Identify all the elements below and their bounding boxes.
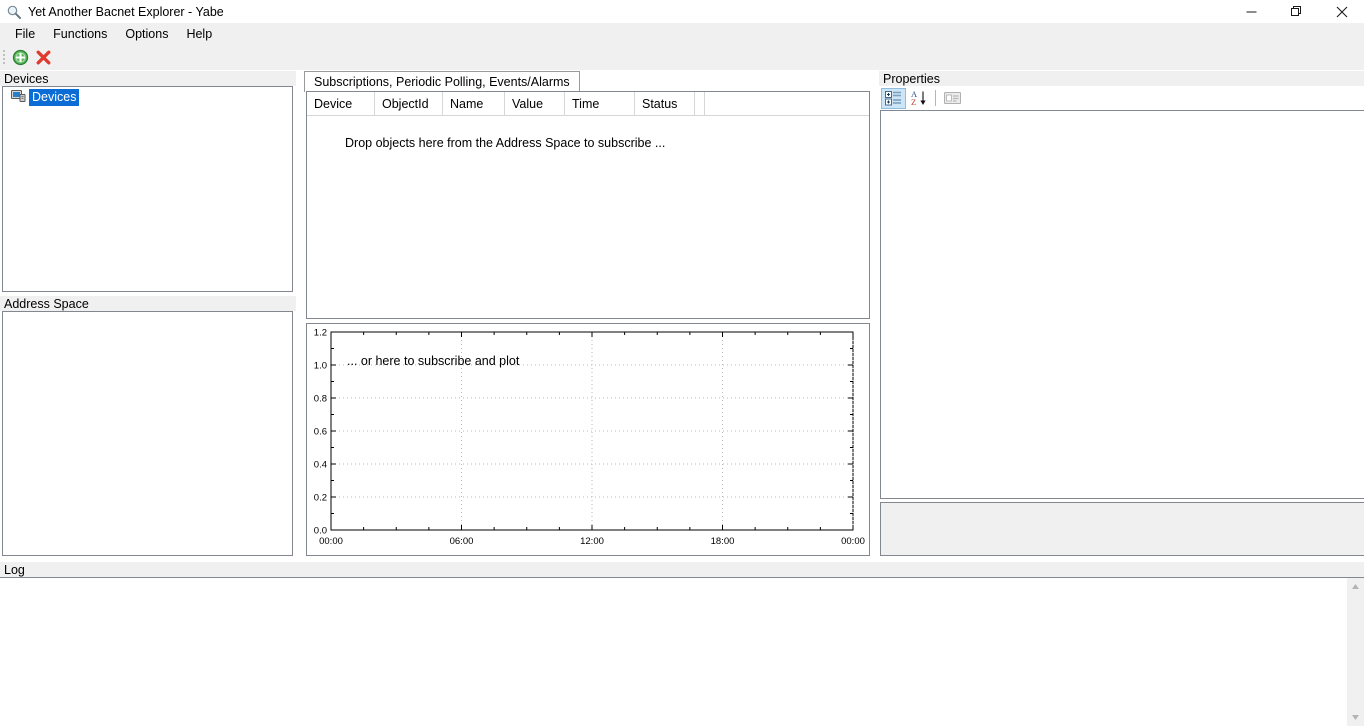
svg-text:0.8: 0.8 — [314, 393, 327, 404]
column-header-objectid[interactable]: ObjectId — [375, 92, 443, 115]
menu-item-options[interactable]: Options — [116, 24, 177, 44]
title-bar: Yet Another Bacnet Explorer - Yabe — [0, 0, 1364, 23]
svg-text:12:00: 12:00 — [580, 536, 604, 547]
column-header-name[interactable]: Name — [443, 92, 505, 115]
tree-item-devices[interactable]: Devices — [11, 89, 79, 106]
grid-empty-hint: Drop objects here from the Address Space… — [307, 116, 869, 150]
svg-text:18:00: 18:00 — [711, 536, 735, 547]
computer-icon — [11, 89, 26, 106]
properties-description-pane — [880, 502, 1364, 556]
property-pages-icon[interactable] — [940, 88, 965, 109]
svg-text:0.4: 0.4 — [314, 459, 327, 470]
center-tabstrip: Subscriptions, Periodic Polling, Events/… — [304, 70, 870, 92]
column-header-device[interactable]: Device — [307, 92, 375, 115]
properties-toolbar: A Z — [881, 87, 965, 109]
red-x-icon[interactable] — [32, 47, 55, 69]
application-window: Yet Another Bacnet Explorer - Yabe File … — [0, 0, 1364, 726]
green-plus-circle-icon[interactable] — [9, 47, 32, 69]
magnifier-icon — [6, 4, 22, 20]
close-icon[interactable] — [1319, 0, 1364, 23]
column-header-status[interactable]: Status — [635, 92, 695, 115]
column-header-value[interactable]: Value — [505, 92, 565, 115]
column-header-filler[interactable] — [695, 92, 705, 115]
toolbar-grip[interactable] — [3, 50, 6, 65]
window-title: Yet Another Bacnet Explorer - Yabe — [28, 5, 224, 19]
properties-panel-label: Properties — [879, 71, 1364, 86]
menu-item-functions[interactable]: Functions — [44, 24, 116, 44]
sort-az-icon[interactable]: A Z — [906, 88, 931, 109]
properties-grid[interactable] — [880, 110, 1364, 499]
devices-panel-label: Devices — [0, 71, 296, 86]
toolbar-separator — [935, 90, 936, 106]
address-space-panel-label: Address Space — [0, 296, 296, 311]
main-toolbar — [0, 45, 1364, 70]
svg-text:0.6: 0.6 — [314, 426, 327, 437]
menu-bar: File Functions Options Help — [0, 23, 1364, 45]
log-output[interactable] — [0, 577, 1364, 726]
menu-item-file[interactable]: File — [6, 24, 44, 44]
tab-subscriptions[interactable]: Subscriptions, Periodic Polling, Events/… — [304, 71, 580, 92]
menu-item-help[interactable]: Help — [177, 24, 221, 44]
svg-text:06:00: 06:00 — [450, 536, 474, 547]
categorized-icon[interactable] — [881, 88, 906, 109]
log-scrollbar[interactable] — [1347, 578, 1364, 726]
svg-text:0.2: 0.2 — [314, 492, 327, 503]
address-space-tree[interactable] — [2, 311, 293, 556]
minimize-icon[interactable] — [1229, 0, 1274, 23]
devices-tree[interactable]: Devices — [2, 86, 293, 292]
svg-text:1.2: 1.2 — [314, 327, 327, 338]
plot-panel[interactable]: 00:00 06:00 12:00 18:00 00:00 0.0 0.2 0.4 0.6 0.… — [306, 323, 870, 556]
svg-text:Z: Z — [911, 97, 916, 106]
subscriptions-grid[interactable]: Device ObjectId Name Value Time Status D… — [306, 91, 870, 319]
log-panel-label: Log — [0, 562, 1364, 577]
column-header-time[interactable]: Time — [565, 92, 635, 115]
svg-text:0.0: 0.0 — [314, 525, 327, 536]
trend-chart[interactable]: 00:00 06:00 12:00 18:00 00:00 0.0 0.2 0.4 0.6 0.… — [307, 324, 869, 555]
scroll-down-icon[interactable] — [1347, 709, 1364, 726]
svg-text:00:00: 00:00 — [841, 536, 865, 547]
svg-text:1.0: 1.0 — [314, 360, 327, 371]
tree-item-label: Devices — [29, 89, 79, 106]
window-controls — [1229, 0, 1364, 23]
grid-header-row: Device ObjectId Name Value Time Status — [307, 92, 869, 116]
svg-text:00:00: 00:00 — [319, 536, 343, 547]
scroll-up-icon[interactable] — [1347, 578, 1364, 595]
restore-icon[interactable] — [1274, 0, 1319, 23]
